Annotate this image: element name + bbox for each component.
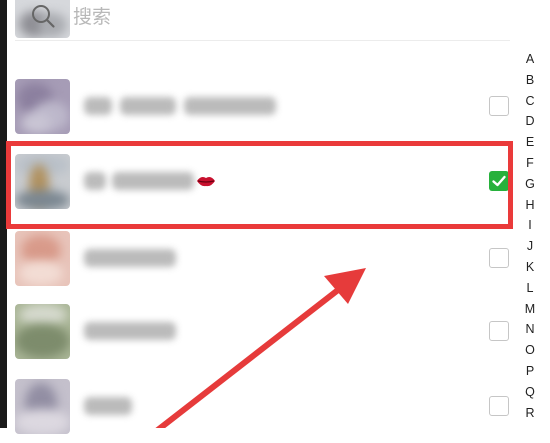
contact-checkbox[interactable] bbox=[489, 171, 509, 191]
index-letter-h[interactable]: H bbox=[525, 195, 534, 216]
contact-item[interactable] bbox=[7, 296, 510, 368]
contact-item[interactable] bbox=[7, 371, 510, 443]
index-letter-k[interactable]: K bbox=[526, 257, 534, 278]
index-letter-n[interactable]: N bbox=[525, 319, 534, 340]
index-letter-a[interactable]: A bbox=[526, 49, 534, 70]
index-letter-j[interactable]: J bbox=[527, 236, 533, 257]
contact-name bbox=[84, 393, 164, 419]
search-bar[interactable] bbox=[7, 0, 510, 41]
contact-name bbox=[84, 168, 224, 194]
contact-avatar bbox=[15, 154, 70, 209]
contact-avatar bbox=[15, 231, 70, 286]
index-letter-b[interactable]: B bbox=[526, 70, 534, 91]
alphabet-index[interactable]: A B C D E F G H I J K L M N O P Q R bbox=[519, 49, 541, 423]
contact-checkbox[interactable] bbox=[489, 96, 509, 116]
index-letter-l[interactable]: L bbox=[527, 278, 534, 299]
index-letter-i[interactable]: I bbox=[528, 215, 531, 236]
contact-avatar bbox=[15, 79, 70, 134]
contact-name bbox=[84, 318, 204, 344]
index-letter-o[interactable]: O bbox=[525, 340, 535, 361]
search-input[interactable] bbox=[71, 2, 375, 32]
left-window-edge bbox=[0, 0, 7, 428]
contact-item[interactable] bbox=[7, 223, 510, 295]
search-divider bbox=[15, 40, 510, 41]
contact-avatar bbox=[15, 379, 70, 434]
index-letter-d[interactable]: D bbox=[525, 111, 534, 132]
index-letter-e[interactable]: E bbox=[526, 132, 534, 153]
index-letter-c[interactable]: C bbox=[525, 91, 534, 112]
index-letter-p[interactable]: P bbox=[526, 361, 534, 382]
contact-checkbox[interactable] bbox=[489, 396, 509, 416]
index-letter-f[interactable]: F bbox=[526, 153, 534, 174]
lips-icon bbox=[197, 177, 215, 187]
contact-name bbox=[84, 93, 284, 119]
index-letter-q[interactable]: Q bbox=[525, 382, 535, 403]
search-icon[interactable] bbox=[30, 3, 56, 29]
contact-name bbox=[84, 245, 204, 271]
contact-checkbox[interactable] bbox=[489, 321, 509, 341]
contact-item[interactable] bbox=[7, 146, 510, 218]
contact-list bbox=[7, 0, 510, 434]
index-letter-m[interactable]: M bbox=[525, 299, 535, 320]
contact-checkbox[interactable] bbox=[489, 248, 509, 268]
index-letter-g[interactable]: G bbox=[525, 174, 535, 195]
contact-item[interactable] bbox=[7, 71, 510, 143]
contact-avatar bbox=[15, 304, 70, 359]
index-letter-r[interactable]: R bbox=[525, 403, 534, 424]
check-icon bbox=[492, 175, 506, 187]
